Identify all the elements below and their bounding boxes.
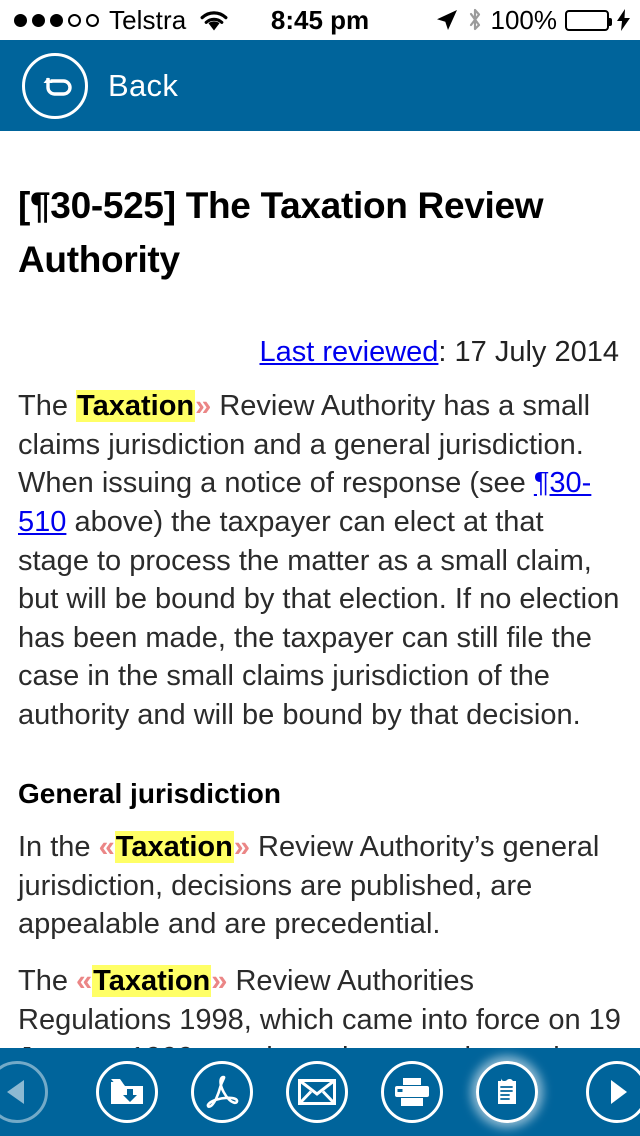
paragraph-1: The Taxation» Review Authority has a sma…: [18, 387, 622, 734]
envelope-icon: [297, 1078, 336, 1106]
guillemet-close-icon: »: [195, 390, 212, 423]
guillemet-open-icon: «: [98, 831, 115, 864]
p1-pre: The: [18, 390, 77, 423]
undo-arrow-icon: [22, 52, 88, 119]
back-button-label: Back: [108, 67, 179, 103]
status-bar-right: 100%: [435, 0, 630, 40]
save-button[interactable]: [95, 1061, 158, 1123]
charging-bolt-icon: [617, 9, 630, 31]
search-term-highlight: Taxation: [114, 831, 234, 864]
status-bar-left: Telstra: [0, 5, 229, 36]
carrier-name: Telstra: [109, 4, 187, 35]
guillemet-close-icon: »: [233, 831, 250, 864]
last-reviewed-link[interactable]: Last reviewed: [259, 336, 438, 368]
status-bar: Telstra 8:45 pm 100%: [0, 0, 640, 40]
document-content[interactable]: [¶30-525] The Taxation Review Authority …: [0, 131, 640, 1048]
section-subheading: General jurisdiction: [18, 778, 281, 810]
search-term-highlight: Taxation: [76, 390, 196, 423]
battery-percent: 100%: [490, 4, 558, 35]
guillemet-close-icon: »: [211, 965, 228, 998]
previous-button[interactable]: [0, 1061, 48, 1123]
p2-pre: In the: [18, 831, 99, 864]
paragraph-3: The «Taxation» Review Authorities Regula…: [18, 962, 622, 1048]
bottom-toolbar: [0, 1048, 640, 1136]
printer-icon: [393, 1076, 431, 1108]
pdf-button[interactable]: [190, 1061, 253, 1123]
email-button[interactable]: [285, 1061, 348, 1123]
triangle-right-icon: [600, 1075, 634, 1109]
battery-icon: [565, 9, 612, 31]
pdf-icon: [204, 1074, 240, 1110]
clock-time: 8:45 pm: [270, 4, 370, 35]
folder-download-icon: [109, 1076, 145, 1108]
p1-post: above) the taxpayer can elect at that st…: [18, 505, 620, 731]
wifi-icon: [199, 9, 229, 32]
location-arrow-icon: [435, 8, 459, 32]
guillemet-open-icon: «: [76, 965, 93, 998]
back-button[interactable]: Back: [0, 52, 179, 119]
nav-header: Back: [0, 40, 640, 131]
next-button[interactable]: [585, 1061, 640, 1123]
notes-button[interactable]: [476, 1061, 539, 1123]
last-reviewed-line: Last reviewed: 17 July 2014: [18, 336, 619, 369]
paragraph-2: In the «Taxation» Review Authority’s gen…: [18, 828, 622, 944]
signal-strength-dots: [14, 13, 99, 27]
notepad-pen-icon: [490, 1075, 524, 1109]
page-title: [¶30-525] The Taxation Review Authority: [18, 185, 544, 280]
print-button[interactable]: [381, 1061, 444, 1123]
triangle-left-icon: [0, 1075, 34, 1109]
bluetooth-icon: [467, 7, 483, 33]
last-reviewed-date: : 17 July 2014: [438, 336, 619, 369]
search-term-highlight: Taxation: [92, 965, 212, 998]
p3-pre: The: [18, 965, 77, 998]
